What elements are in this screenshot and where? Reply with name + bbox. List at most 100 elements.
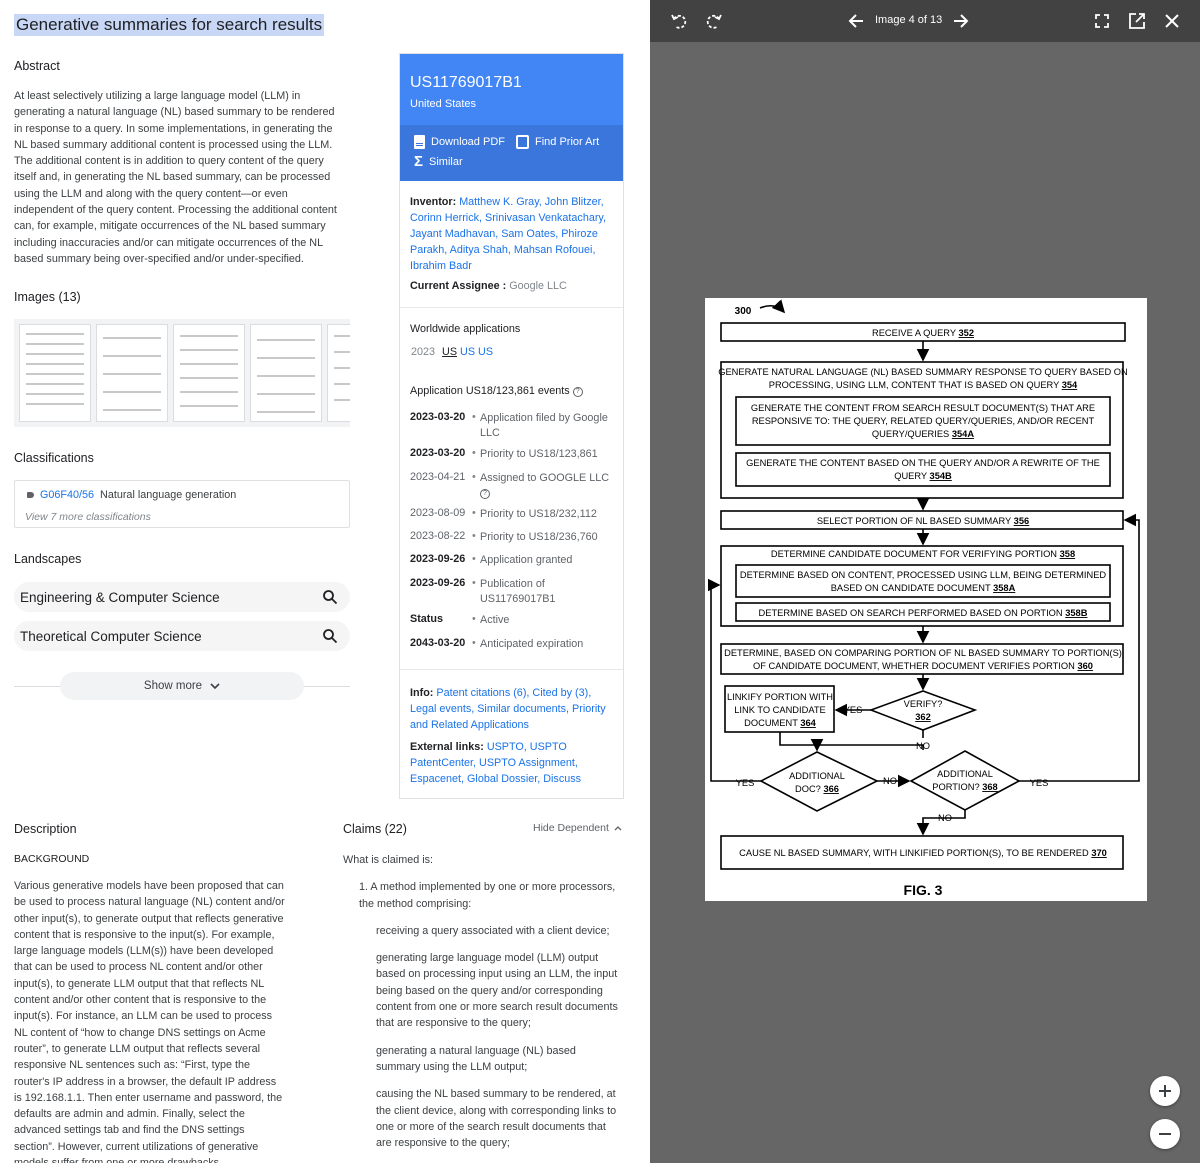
event-date: 2023-08-22 [410, 530, 466, 542]
thumbnail-3[interactable] [173, 324, 245, 422]
claim-step: receiving a query associated with a clie… [376, 924, 610, 937]
event-row: Status • Active [410, 613, 510, 626]
landscape-label: Theoretical Computer Science [20, 628, 202, 644]
external-label: External links: [410, 741, 484, 753]
thumbnail-2[interactable] [96, 324, 168, 422]
search-icon[interactable] [322, 628, 338, 644]
step-linkify-line1: LINKIFY PORTION WITH [727, 692, 833, 702]
event-row: 2023-08-22 • Priority to US18/236,760 [410, 530, 598, 543]
landscape-item[interactable]: Engineering & Computer Science [14, 582, 350, 612]
decision-additional-portion-line2: PORTION? 368 [932, 782, 997, 792]
label-yes: YES [844, 705, 863, 715]
rotate-right-icon[interactable] [704, 11, 724, 31]
close-icon[interactable] [1162, 11, 1182, 31]
decision-additional-portion: ADDITIONAL [937, 769, 993, 779]
previous-image-icon[interactable] [847, 11, 867, 31]
ww-current-link[interactable]: US [442, 346, 457, 358]
event-text: Priority to US18/236,760 [480, 531, 598, 543]
similar-button[interactable]: Σ Similar [414, 154, 463, 169]
patent-info-card: US11769017B1 United States Download PDF … [399, 53, 624, 799]
claims-heading: Claims (22) [343, 822, 407, 836]
step-select: SELECT PORTION OF NL BASED SUMMARY 356 [817, 516, 1029, 526]
divider [400, 669, 623, 670]
event-text: Application granted [480, 554, 573, 566]
zoom-in-button[interactable] [1150, 1076, 1180, 1106]
event-date: 2023-08-09 [410, 507, 466, 519]
description-heading: Description [14, 822, 77, 836]
label-no: NO [883, 776, 897, 786]
pdf-icon [414, 135, 425, 149]
assignee-section: Current Assignee : Google LLC [410, 280, 567, 292]
events-label-text: Application US18/123,861 events [410, 385, 570, 397]
event-date: 2023-09-26 [410, 553, 466, 565]
step-358a-line2: BASED ON CANDIDATE DOCUMENT 358A [831, 583, 1016, 593]
event-row: 2023-04-21 • Assigned to GOOGLE LLC? [410, 471, 615, 501]
claim-step: causing the NL based summary to be rende… [376, 1088, 617, 1150]
thumbnail-5[interactable] [327, 324, 350, 422]
patent-number: US11769017B1 [410, 74, 522, 91]
card-header: US11769017B1 United States [400, 54, 623, 125]
rotate-left-icon[interactable] [669, 11, 689, 31]
event-row: 2023-03-20 • Priority to US18/123,861 [410, 447, 598, 460]
claim-1: 1. A method implemented by one or more p… [359, 881, 616, 910]
event-row: 2023-03-20 • Application filed by Google L… [410, 411, 615, 441]
classification-code[interactable]: G06F40/56 [40, 489, 94, 501]
card-actions: Download PDF Find Prior Art Σ Similar [400, 125, 623, 181]
claims-list: What is claimed is: 1. A method implemen… [343, 852, 623, 1162]
event-row: 2023-09-26 • Application granted [410, 553, 573, 566]
ww-other-links[interactable]: US US [460, 346, 493, 358]
step-generate-line2: PROCESSING, USING LLM, CONTENT THAT IS B… [769, 380, 1078, 390]
viewer-toolbar: Image 4 of 13 [650, 0, 1200, 42]
event-date: Status [410, 613, 443, 625]
help-icon[interactable]: ? [572, 387, 583, 397]
event-text: Anticipated expiration [480, 638, 584, 650]
search-icon[interactable] [322, 589, 338, 605]
step-render: CAUSE NL BASED SUMMARY, WITH LINKIFIED P… [739, 848, 1107, 858]
step-compare-line2: OF CANDIDATE DOCUMENT, WHETHER DOCUMENT … [753, 661, 1093, 671]
find-icon [516, 135, 529, 149]
show-more-button[interactable]: Show more [60, 672, 304, 700]
claims-intro: What is claimed is: [343, 854, 433, 866]
next-image-icon[interactable] [950, 11, 970, 31]
worldwide-label: Worldwide applications [410, 323, 521, 335]
image-viewer: Image 4 of 13 300 RECEIVE A QUERY 352 GE… [650, 0, 1200, 1163]
zoom-out-button[interactable] [1150, 1119, 1180, 1149]
chevron-down-icon [210, 682, 220, 689]
open-new-window-icon[interactable] [1127, 11, 1147, 31]
step-linkify-line2: LINK TO CANDIDATE [734, 705, 825, 715]
step-linkify-line3: DOCUMENT 364 [744, 718, 816, 728]
info-section: Info: Patent citations (6), Cited by (3)… [410, 685, 616, 733]
info-links[interactable]: Patent citations (6), Cited by (3), Lega… [410, 687, 606, 731]
event-text: Priority to US18/232,112 [480, 508, 597, 520]
find-prior-art-label: Find Prior Art [535, 136, 600, 148]
thumbnail-4[interactable] [250, 324, 322, 422]
thumbnail-1[interactable] [19, 324, 91, 422]
help-icon[interactable]: ? [480, 489, 490, 499]
event-text: Assigned to GOOGLE LLC? [480, 471, 609, 501]
event-text: Active [480, 614, 510, 626]
event-date: 2043-03-20 [410, 637, 466, 649]
download-pdf-button[interactable]: Download PDF [414, 135, 505, 149]
show-more-label: Show more [143, 680, 203, 692]
patent-country: United States [410, 98, 477, 110]
step-354b-line1: GENERATE THE CONTENT BASED ON THE QUERY … [746, 458, 1100, 468]
tag-icon [27, 492, 34, 498]
decision-verify: VERIFY? [904, 699, 943, 709]
hide-dependent-button[interactable]: Hide Dependent [533, 822, 622, 834]
landscape-item[interactable]: Theoretical Computer Science [14, 621, 350, 651]
worldwide-apps: 2023 US US US [411, 346, 493, 358]
classification-row[interactable]: G06F40/56 Natural language generation [27, 489, 236, 501]
abstract-heading: Abstract [14, 59, 60, 73]
image-thumbnails[interactable] [14, 319, 350, 427]
label-yes: YES [1030, 778, 1049, 788]
decision-additional-doc-line2: DOC? 366 [795, 784, 839, 794]
classifications-heading: Classifications [14, 451, 94, 465]
label-no: NO [938, 813, 952, 823]
step-354b-line2: QUERY 354B [894, 471, 952, 481]
label-no: NO [916, 741, 930, 751]
find-prior-art-button[interactable]: Find Prior Art [516, 135, 599, 149]
ww-year: 2023 [411, 346, 436, 358]
fullscreen-icon[interactable] [1092, 11, 1112, 31]
step-determine: DETERMINE CANDIDATE DOCUMENT FOR VERIFYI… [771, 549, 1075, 559]
more-classifications-link[interactable]: View 7 more classifications [25, 511, 151, 523]
